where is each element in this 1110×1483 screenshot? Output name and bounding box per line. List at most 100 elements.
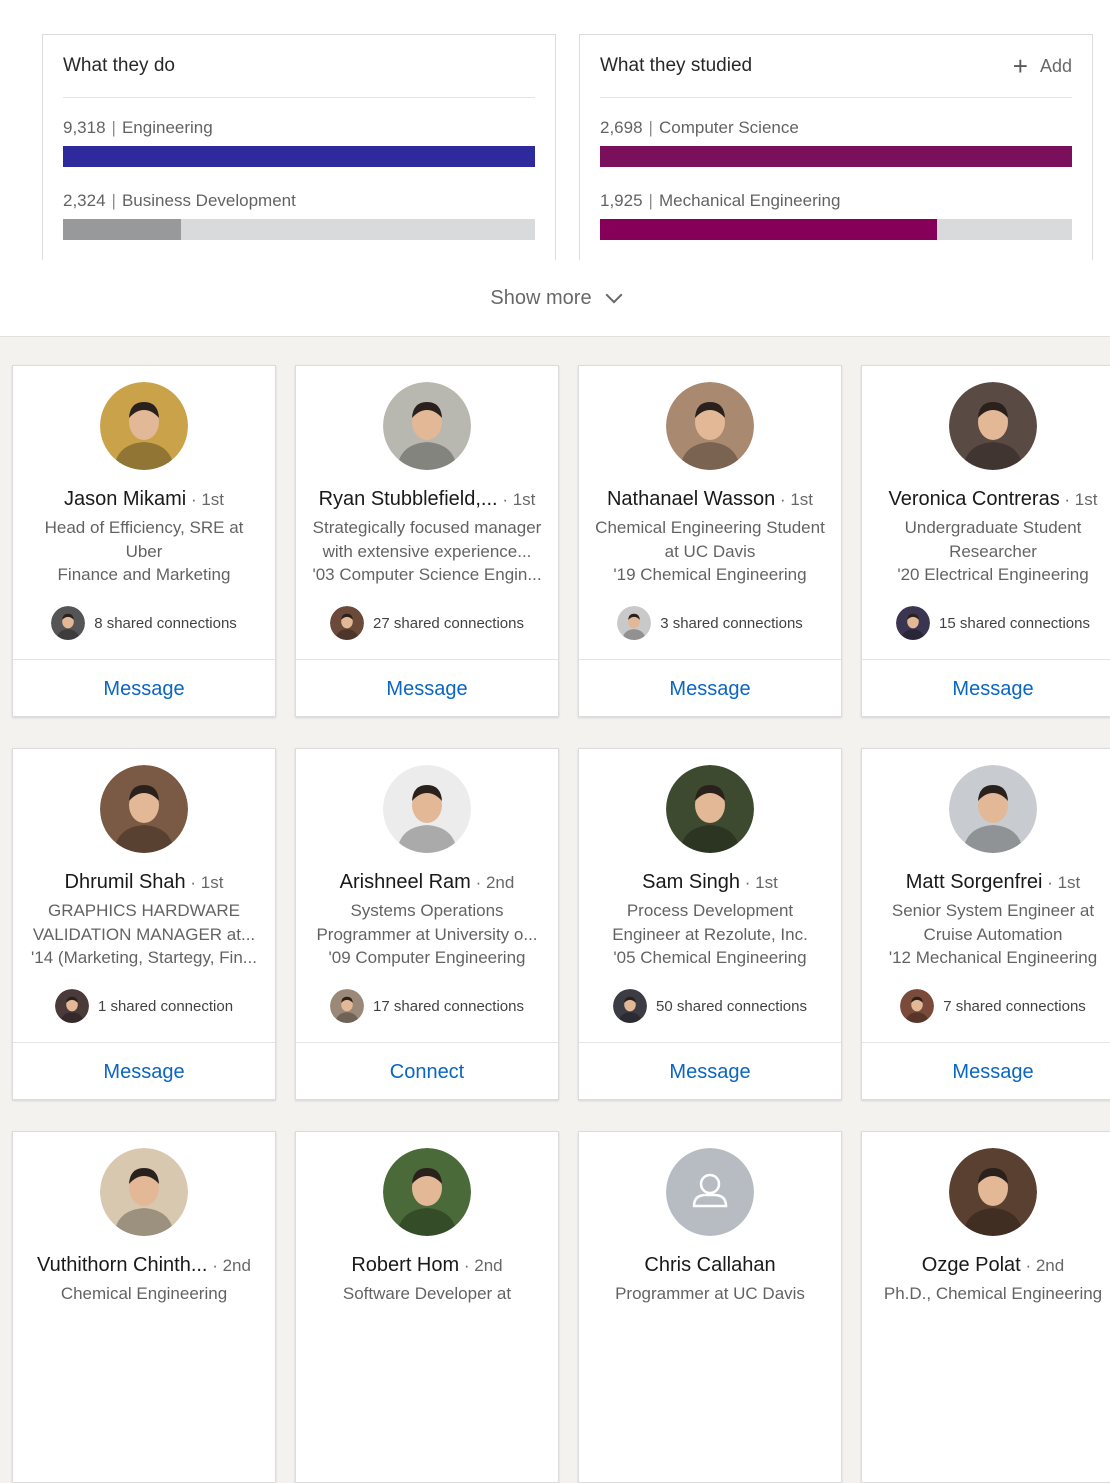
stat-bar-track[interactable]: [63, 219, 535, 240]
profile-photo-avatar[interactable]: [100, 1148, 188, 1236]
profile-photo-avatar[interactable]: [666, 382, 754, 470]
plus-icon: +: [1012, 51, 1028, 81]
stat-row-computer-science[interactable]: 2,698 | Computer Science: [600, 98, 1072, 167]
person-name[interactable]: Ozge Polat: [922, 1254, 1021, 1276]
person-description: Strategically focused manager with extens…: [306, 516, 548, 587]
profile-photo-avatar[interactable]: [666, 1148, 754, 1236]
shared-connection-avatar: [617, 606, 652, 640]
person-name-line[interactable]: Jason Mikami · 1st: [17, 488, 271, 511]
description-line: Head of Efficiency, SRE at: [44, 518, 244, 537]
person-card[interactable]: Robert Hom · 2nd Software Developer at: [295, 1131, 559, 1483]
person-name-line[interactable]: Chris Callahan: [583, 1254, 837, 1277]
description-line: '12 Mechanical Engineering: [888, 948, 1098, 967]
person-name-line[interactable]: Veronica Contreras · 1st: [866, 488, 1110, 511]
profile-photo-avatar[interactable]: [100, 382, 188, 470]
description-line: Cruise Automation: [923, 924, 1063, 944]
show-more-button[interactable]: Show more: [0, 260, 1110, 336]
person-card[interactable]: Jason Mikami · 1st Head of Efficiency, SR…: [12, 365, 276, 717]
stat-row-engineering[interactable]: 9,318 | Engineering: [63, 98, 535, 167]
person-name-line[interactable]: Robert Hom · 2nd: [300, 1254, 554, 1277]
person-card[interactable]: Arishneel Ram · 2nd Systems Operations Pro…: [295, 748, 559, 1100]
person-name-line[interactable]: Arishneel Ram · 2nd: [300, 871, 554, 894]
stat-row-mechanical-engineering[interactable]: 1,925 | Mechanical Engineering: [600, 167, 1072, 240]
message-button[interactable]: Message: [13, 659, 275, 716]
description-line: Programmer at University o...: [316, 924, 538, 944]
person-name-line[interactable]: Nathanael Wasson · 1st: [583, 488, 837, 511]
description-line: Senior System Engineer at: [891, 901, 1095, 920]
person-name-line[interactable]: Ryan Stubblefield,... · 1st: [300, 488, 554, 511]
person-card[interactable]: Matt Sorgenfrei · 1st Senior System Engin…: [861, 748, 1110, 1100]
message-button[interactable]: Message: [579, 659, 841, 716]
profile-photo-avatar[interactable]: [949, 1148, 1037, 1236]
description-line: Programmer at UC Davis: [615, 1284, 805, 1303]
person-name-line[interactable]: Matt Sorgenfrei · 1st: [866, 871, 1110, 894]
stat-bar-track[interactable]: [600, 219, 1072, 240]
what-they-do-header: What they do: [63, 35, 535, 98]
stat-bar-track[interactable]: [63, 146, 535, 167]
stat-label: Engineering: [121, 118, 213, 137]
what-they-studied-header: What they studied + Add: [600, 35, 1072, 98]
description-line: '19 Chemical Engineering: [613, 565, 807, 584]
person-name[interactable]: Dhrumil Shah: [65, 871, 186, 893]
profile-photo-avatar[interactable]: [949, 382, 1037, 470]
person-card[interactable]: Nathanael Wasson · 1st Chemical Engineeri…: [578, 365, 842, 717]
shared-connections[interactable]: 15 shared connections: [862, 606, 1110, 640]
person-name-line[interactable]: Ozge Polat · 2nd: [866, 1254, 1110, 1277]
description-line: '03 Computer Science Engin...: [312, 565, 542, 584]
description-line: '14 (Marketing, Startegy, Fin...: [31, 948, 257, 967]
shared-connections[interactable]: 3 shared connections: [579, 606, 841, 640]
person-name[interactable]: Ryan Stubblefield,...: [319, 488, 498, 510]
message-button[interactable]: Message: [13, 1042, 275, 1099]
description-line: GRAPHICS HARDWARE: [47, 901, 241, 920]
person-name-line[interactable]: Vuthithorn Chinth... · 2nd: [17, 1254, 271, 1277]
add-button[interactable]: + Add: [1013, 53, 1072, 79]
person-name[interactable]: Veronica Contreras: [889, 488, 1060, 510]
shared-connections[interactable]: 8 shared connections: [13, 606, 275, 640]
person-card[interactable]: Sam Singh · 1st Process Development Engine…: [578, 748, 842, 1100]
profile-photo-avatar[interactable]: [949, 765, 1037, 853]
shared-connections[interactable]: 1 shared connection: [13, 989, 275, 1023]
person-name[interactable]: Jason Mikami: [64, 488, 186, 510]
person-name[interactable]: Matt Sorgenfrei: [906, 871, 1043, 893]
profile-photo-avatar[interactable]: [666, 765, 754, 853]
connect-button[interactable]: Connect: [296, 1042, 558, 1099]
description-line: '05 Chemical Engineering: [613, 948, 807, 967]
stat-row-business-development[interactable]: 2,324 | Business Development: [63, 167, 535, 240]
person-name[interactable]: Nathanael Wasson: [607, 488, 775, 510]
what-they-studied-title: What they studied: [600, 55, 753, 76]
description-line: '09 Computer Engineering: [328, 948, 526, 967]
shared-connections[interactable]: 27 shared connections: [296, 606, 558, 640]
person-name[interactable]: Robert Hom: [351, 1254, 459, 1276]
message-button[interactable]: Message: [296, 659, 558, 716]
person-card[interactable]: Chris Callahan Programmer at UC Davis: [578, 1131, 842, 1483]
message-button[interactable]: Message: [862, 659, 1110, 716]
person-card[interactable]: Ozge Polat · 2nd Ph.D., Chemical Engineer…: [861, 1131, 1110, 1483]
description-line: Researcher: [949, 541, 1037, 561]
person-name[interactable]: Arishneel Ram: [340, 871, 471, 893]
person-card[interactable]: Ryan Stubblefield,... · 1st Strategically…: [295, 365, 559, 717]
separator: |: [111, 191, 116, 210]
person-name[interactable]: Sam Singh: [642, 871, 740, 893]
shared-connection-avatar: [613, 989, 648, 1023]
person-description: Undergraduate Student Researcher '20 Elect…: [872, 516, 1110, 587]
profile-photo-avatar[interactable]: [100, 765, 188, 853]
stat-bar-track[interactable]: [600, 146, 1072, 167]
message-button[interactable]: Message: [579, 1042, 841, 1099]
person-name-line[interactable]: Sam Singh · 1st: [583, 871, 837, 894]
description-line: VALIDATION MANAGER at...: [32, 924, 256, 944]
profile-photo-avatar[interactable]: [383, 765, 471, 853]
profile-photo-avatar[interactable]: [383, 382, 471, 470]
person-name-line[interactable]: Dhrumil Shah · 1st: [17, 871, 271, 894]
shared-connections[interactable]: 17 shared connections: [296, 989, 558, 1023]
shared-connections[interactable]: 50 shared connections: [579, 989, 841, 1023]
person-name[interactable]: Vuthithorn Chinth...: [37, 1254, 207, 1276]
person-card[interactable]: Vuthithorn Chinth... · 2nd Chemical Engin…: [12, 1131, 276, 1483]
person-card[interactable]: Dhrumil Shah · 1st GRAPHICS HARDWARE VALID…: [12, 748, 276, 1100]
separator: |: [648, 118, 653, 137]
person-card[interactable]: Veronica Contreras · 1st Undergraduate St…: [861, 365, 1110, 717]
profile-photo-avatar[interactable]: [383, 1148, 471, 1236]
person-description: Chemical Engineering: [23, 1282, 265, 1306]
shared-connections[interactable]: 7 shared connections: [862, 989, 1110, 1023]
person-name[interactable]: Chris Callahan: [644, 1254, 775, 1276]
message-button[interactable]: Message: [862, 1042, 1110, 1099]
